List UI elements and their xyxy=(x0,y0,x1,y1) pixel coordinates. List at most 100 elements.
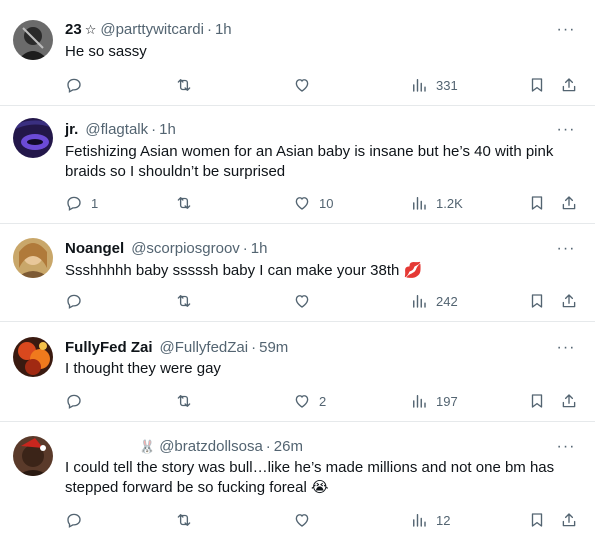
handle[interactable]: @parttywitcardi xyxy=(100,21,204,38)
more-icon[interactable]: ··· xyxy=(555,239,577,259)
reply-button[interactable] xyxy=(65,391,91,411)
views-icon xyxy=(413,395,426,408)
display-name[interactable]: Noangel xyxy=(65,240,124,257)
tweet-2[interactable]: jr. @flagtalk · 1h ··· Fetishizing Asian wo… xyxy=(0,106,595,224)
tweet-text: He so sassy xyxy=(65,43,147,60)
avatar[interactable] xyxy=(13,20,53,60)
reply-button[interactable] xyxy=(65,75,91,95)
share-button[interactable] xyxy=(560,193,578,213)
reply-button[interactable]: 1 xyxy=(65,193,98,213)
retweet-button[interactable] xyxy=(175,391,201,411)
bookmark-button[interactable] xyxy=(528,291,546,311)
more-icon[interactable]: ··· xyxy=(555,20,577,40)
views-button[interactable]: 12 xyxy=(410,510,450,530)
bookmark-icon xyxy=(531,513,543,527)
share-icon xyxy=(562,294,576,308)
views-icon xyxy=(413,514,426,527)
timestamp[interactable]: 1h xyxy=(251,240,268,257)
bookmark-icon xyxy=(531,196,543,210)
reply-icon xyxy=(67,513,81,528)
share-button[interactable] xyxy=(560,510,578,530)
bookmark-button[interactable] xyxy=(528,75,546,95)
display-name[interactable]: 23 xyxy=(65,21,82,38)
more-icon[interactable]: ··· xyxy=(555,338,577,358)
reply-icon xyxy=(67,294,81,309)
share-button[interactable] xyxy=(560,75,578,95)
like-icon xyxy=(295,295,309,308)
handle[interactable]: @bratzdollsosa xyxy=(159,438,263,455)
separator: · xyxy=(151,121,157,138)
tweet-3[interactable]: Noangel @scorpiosgroov · 1h ··· Ssshhhhh ba… xyxy=(0,224,595,322)
action-bar: 2 197 xyxy=(65,391,595,411)
bookmark-button[interactable] xyxy=(528,193,546,213)
tweet-header: 🐰 @bratzdollsosa · 26m xyxy=(65,437,555,457)
handle[interactable]: @scorpiosgroov xyxy=(131,240,240,257)
handle[interactable]: @flagtalk xyxy=(85,121,148,138)
timestamp[interactable]: 1h xyxy=(159,121,176,138)
avatar[interactable] xyxy=(13,118,53,158)
name-badge: 🐰 xyxy=(139,439,156,454)
reply-button[interactable] xyxy=(65,291,91,311)
action-bar: 242 xyxy=(65,291,595,311)
share-button[interactable] xyxy=(560,391,578,411)
reply-icon xyxy=(67,78,81,93)
views-button[interactable]: 242 xyxy=(410,291,458,311)
share-button[interactable] xyxy=(560,291,578,311)
retweet-button[interactable] xyxy=(175,193,201,213)
timestamp[interactable]: 59m xyxy=(259,339,288,356)
action-bar: 12 xyxy=(65,510,595,530)
share-icon xyxy=(562,196,576,210)
retweet-button[interactable] xyxy=(175,510,201,530)
like-icon xyxy=(295,395,309,408)
tweet-1[interactable]: 23 ☆ @parttywitcardi · 1h ··· He so sassy 33… xyxy=(0,0,595,106)
separator: · xyxy=(242,240,248,257)
reply-button[interactable] xyxy=(65,510,91,530)
like-icon xyxy=(295,79,309,92)
like-button[interactable] xyxy=(293,291,319,311)
bookmark-button[interactable] xyxy=(528,510,546,530)
tweet-text: Ssshhhhh baby sssssh baby I can make you… xyxy=(65,262,423,279)
like-count: 2 xyxy=(319,393,327,409)
like-icon xyxy=(295,197,309,210)
like-icon xyxy=(295,514,309,527)
action-bar: 1 10 1.2K xyxy=(65,193,595,213)
like-button[interactable] xyxy=(293,75,319,95)
retweet-button[interactable] xyxy=(175,75,201,95)
name-badge: ☆ xyxy=(84,22,97,37)
share-icon xyxy=(562,78,576,92)
views-button[interactable]: 1.2K xyxy=(410,193,463,213)
tweet-text: I could tell the story was bull…like he’… xyxy=(65,459,555,496)
more-icon[interactable]: ··· xyxy=(555,120,577,140)
views-button[interactable]: 331 xyxy=(410,75,458,95)
display-name[interactable]: jr. xyxy=(65,121,78,138)
avatar[interactable] xyxy=(13,436,53,476)
tweet-5[interactable]: 🐰 @bratzdollsosa · 26m ··· I could tell the… xyxy=(0,422,595,546)
share-icon xyxy=(562,394,576,408)
bookmark-icon xyxy=(531,294,543,308)
handle[interactable]: @FullyfedZai xyxy=(160,339,249,356)
retweet-icon xyxy=(177,395,191,407)
views-button[interactable]: 197 xyxy=(410,391,458,411)
like-button[interactable] xyxy=(293,510,319,530)
view-count: 197 xyxy=(436,393,458,409)
bookmark-button[interactable] xyxy=(528,391,546,411)
tweet-4[interactable]: FullyFed Zai @FullyfedZai · 59m ··· I thoug… xyxy=(0,322,595,422)
more-icon[interactable]: ··· xyxy=(555,437,577,457)
like-button[interactable]: 2 xyxy=(293,391,326,411)
avatar[interactable] xyxy=(13,238,53,278)
like-button[interactable]: 10 xyxy=(293,193,333,213)
avatar[interactable] xyxy=(13,337,53,377)
timestamp[interactable]: 1h xyxy=(215,21,232,38)
display-name[interactable]: FullyFed Zai xyxy=(65,339,153,356)
retweet-icon xyxy=(177,514,191,526)
retweet-icon xyxy=(177,197,191,209)
view-count: 331 xyxy=(436,77,458,93)
retweet-icon xyxy=(177,79,191,91)
retweet-button[interactable] xyxy=(175,291,201,311)
retweet-icon xyxy=(177,295,191,307)
like-count: 10 xyxy=(319,195,334,211)
views-icon xyxy=(413,197,426,210)
timestamp[interactable]: 26m xyxy=(274,438,303,455)
views-icon xyxy=(413,79,426,92)
separator: · xyxy=(251,339,257,356)
